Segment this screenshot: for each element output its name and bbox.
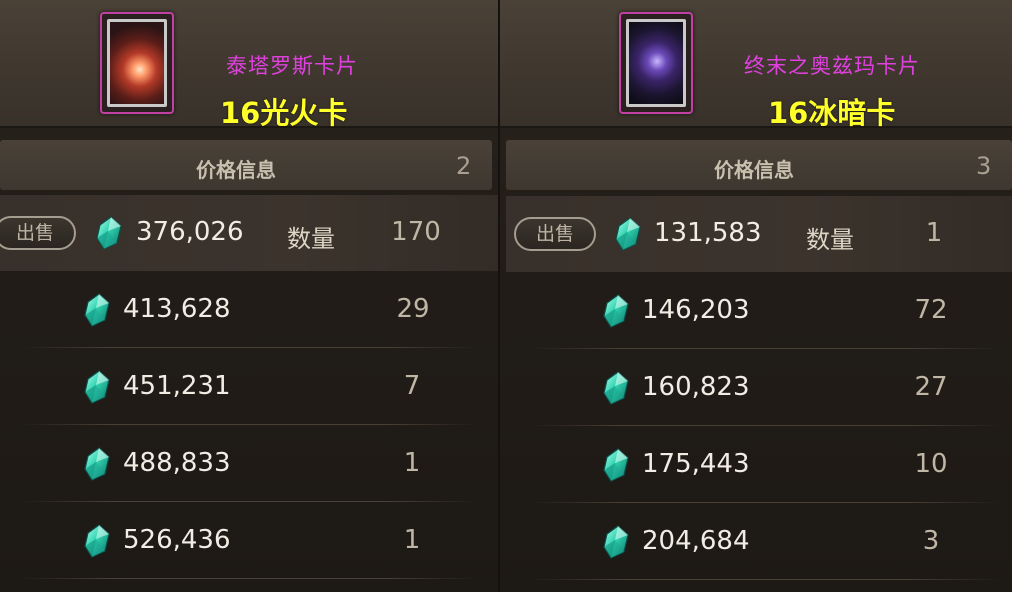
row-divider bbox=[20, 578, 478, 579]
gem-icon bbox=[95, 216, 123, 250]
quantity-value: 7 bbox=[403, 371, 421, 401]
row-divider bbox=[530, 425, 1002, 426]
card-header: 泰塔罗斯卡片 16光火卡 bbox=[0, 0, 498, 130]
card-thumbnail[interactable] bbox=[100, 12, 174, 114]
listing-count: 3 bbox=[976, 152, 992, 180]
quantity-value: 1 bbox=[403, 525, 421, 555]
listing-row[interactable]: 160,823 27 bbox=[500, 350, 1012, 426]
price-value: 488,833 bbox=[123, 448, 231, 478]
gem-icon bbox=[614, 217, 642, 251]
card-name: 泰塔罗斯卡片 bbox=[226, 54, 358, 78]
quantity-value: 10 bbox=[914, 449, 948, 479]
price-value: 146,203 bbox=[642, 295, 750, 325]
gem-icon bbox=[83, 447, 111, 481]
listing-row[interactable]: 175,443 10 bbox=[500, 427, 1012, 503]
row-divider bbox=[20, 347, 478, 348]
listing-row[interactable]: 488,833 1 bbox=[0, 426, 498, 502]
card-header: 终末之奥兹玛卡片 16冰暗卡 bbox=[500, 0, 1012, 130]
price-value: 526,436 bbox=[123, 525, 231, 555]
listing-row[interactable]: 204,684 3 bbox=[500, 504, 1012, 580]
listing-row[interactable]: 146,203 72 bbox=[500, 273, 1012, 349]
listing-row[interactable]: 526,436 1 bbox=[0, 503, 498, 579]
row-divider bbox=[530, 348, 1002, 349]
row-divider bbox=[530, 502, 1002, 503]
price-value: 204,684 bbox=[642, 526, 750, 556]
quantity-value: 1 bbox=[403, 448, 421, 478]
gem-icon bbox=[602, 294, 630, 328]
gem-icon bbox=[602, 371, 630, 405]
card-tag: 16光火卡 bbox=[220, 96, 348, 130]
price-info-header: 价格信息 2 bbox=[0, 140, 492, 190]
quantity-value: 3 bbox=[922, 526, 940, 556]
quantity-value: 29 bbox=[396, 294, 430, 324]
price-value: 160,823 bbox=[642, 372, 750, 402]
gem-icon bbox=[83, 370, 111, 404]
price-value: 376,026 bbox=[136, 217, 244, 247]
quantity-value: 72 bbox=[914, 295, 948, 325]
card-tag: 16冰暗卡 bbox=[768, 96, 896, 130]
listing-row[interactable]: 出售 131,583 数量 1 bbox=[506, 196, 1012, 272]
sell-button[interactable]: 出售 bbox=[514, 217, 596, 251]
dark-card-art bbox=[626, 19, 686, 107]
price-value: 413,628 bbox=[123, 294, 231, 324]
gem-icon bbox=[83, 293, 111, 327]
listing-row[interactable]: 451,231 7 bbox=[0, 349, 498, 425]
sell-button[interactable]: 出售 bbox=[0, 216, 76, 250]
row-divider bbox=[20, 501, 478, 502]
gem-icon bbox=[602, 525, 630, 559]
quantity-value: 1 bbox=[925, 218, 943, 248]
listing-row[interactable]: 出售 376,026 数量 170 bbox=[0, 195, 498, 271]
quantity-value: 170 bbox=[391, 217, 441, 247]
price-value: 175,443 bbox=[642, 449, 750, 479]
quantity-value: 27 bbox=[914, 372, 948, 402]
gem-icon bbox=[83, 524, 111, 558]
gem-icon bbox=[602, 448, 630, 482]
price-value: 131,583 bbox=[654, 218, 762, 248]
card-thumbnail[interactable] bbox=[619, 12, 693, 114]
row-divider bbox=[20, 424, 478, 425]
quantity-label: 数量 bbox=[287, 225, 335, 253]
fire-card-art bbox=[107, 19, 167, 107]
row-divider bbox=[530, 579, 1002, 580]
listing-count: 2 bbox=[456, 152, 472, 180]
listing-row[interactable]: 413,628 29 bbox=[0, 272, 498, 348]
price-info-header: 价格信息 3 bbox=[506, 140, 1012, 190]
quantity-label: 数量 bbox=[806, 226, 854, 254]
price-value: 451,231 bbox=[123, 371, 231, 401]
market-panel-left: 泰塔罗斯卡片 16光火卡 价格信息 2 出售 376,026 数量 170 41… bbox=[0, 0, 498, 592]
market-panel-right: 终末之奥兹玛卡片 16冰暗卡 价格信息 3 出售 131,583 数量 1 14… bbox=[500, 0, 1012, 592]
card-name: 终末之奥兹玛卡片 bbox=[744, 54, 920, 78]
price-info-title: 价格信息 bbox=[714, 158, 794, 182]
price-info-title: 价格信息 bbox=[196, 158, 276, 182]
